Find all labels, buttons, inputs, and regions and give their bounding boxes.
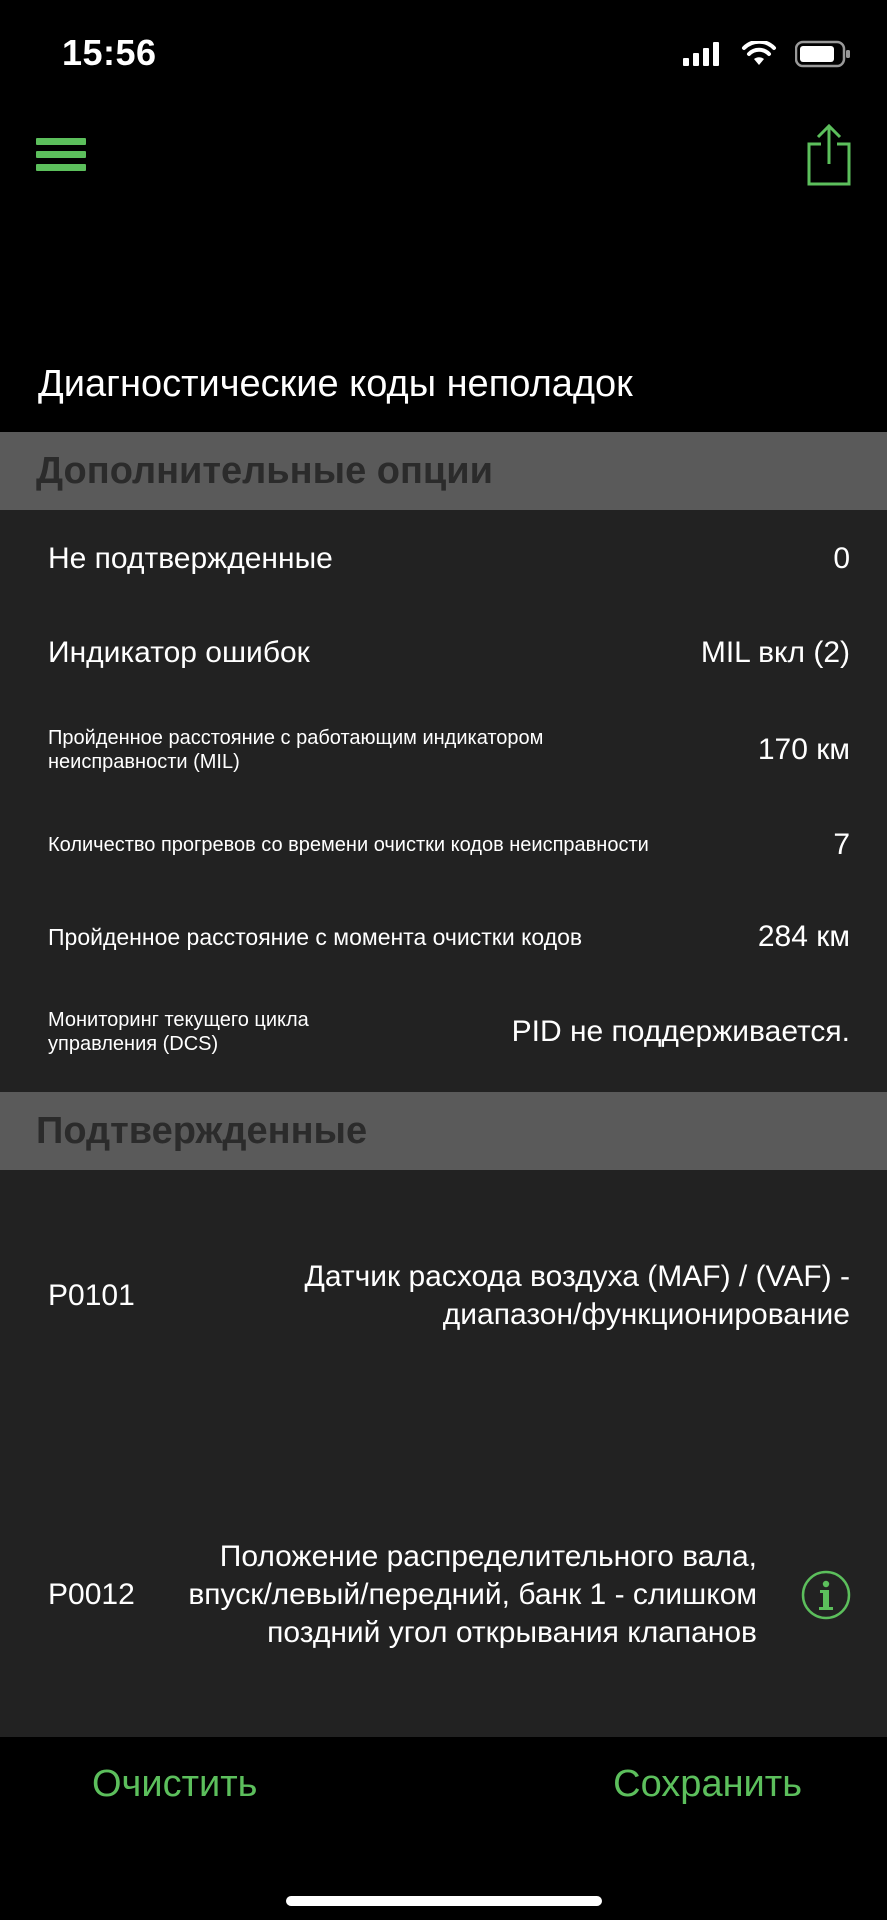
option-label: Не подтвержденные [48,542,333,575]
status-icons [683,40,851,68]
option-value: 284 км [757,920,850,953]
option-label: Мониторинг текущего цикла управления (DC… [48,1009,309,1055]
bottom-toolbar: Очистить Сохранить [0,1737,887,1920]
codes-panel: P0101 Датчик расхода воздуха (MAF) / (VA… [0,1170,887,1737]
home-indicator [286,1896,602,1906]
navigation-bar [0,110,887,209]
option-row-distance-mil[interactable]: Пройденное расстояние с работающим индик… [48,715,850,785]
battery-icon [795,40,850,68]
option-value: 0 [833,542,850,575]
page-title: Диагностические коды неполадок [38,363,633,405]
option-label: Пройденное расстояние с работающим индик… [48,727,544,773]
option-row-warmups[interactable]: Количество прогревов со времени очистки … [48,810,850,880]
share-icon[interactable] [805,122,853,188]
section-header-options: Дополнительные опции [0,432,887,510]
dtc-description: Положение распределительного вала, впуск… [188,1540,757,1649]
dtc-code: P0012 [48,1578,135,1611]
menu-icon[interactable] [36,138,86,178]
option-label: Индикатор ошибок [48,636,310,669]
dtc-code: P0101 [48,1279,135,1312]
option-label: Пройденное расстояние с момента очистки … [48,924,583,950]
option-row-dcs[interactable]: Мониторинг текущего цикла управления (DC… [48,997,850,1067]
dtc-description: Датчик расхода воздуха (MAF) / (VAF) - д… [304,1260,850,1331]
info-icon[interactable] [801,1570,851,1620]
status-time: 15:56 [62,32,157,73]
code-row[interactable]: P0012 Положение распределительного вала,… [48,1515,757,1675]
code-row[interactable]: P0101 Датчик расхода воздуха (MAF) / (VA… [48,1236,850,1356]
clear-button[interactable]: Очистить [92,1763,257,1806]
option-row-unconfirmed[interactable]: Не подтвержденные 0 [48,524,850,594]
option-row-mil[interactable]: Индикатор ошибок MIL вкл (2) [48,618,850,688]
option-value: 170 км [757,733,850,766]
section-header-confirmed: Подтвержденные [0,1092,887,1170]
option-value: PID не поддерживается. [511,1015,850,1048]
title-area: Диагностические коды неполадок [0,208,887,432]
options-panel: Не подтвержденные 0 Индикатор ошибок MIL… [0,510,887,1092]
option-label: Количество прогревов со времени очистки … [48,834,649,856]
save-button[interactable]: Сохранить [613,1763,802,1806]
wifi-icon [742,41,776,65]
option-row-distance-cleared[interactable]: Пройденное расстояние с момента очистки … [48,902,850,972]
status-bar: 15:56 [0,0,887,110]
option-value: MIL вкл (2) [700,636,850,669]
signal-icon [683,42,719,66]
option-value: 7 [833,828,850,861]
